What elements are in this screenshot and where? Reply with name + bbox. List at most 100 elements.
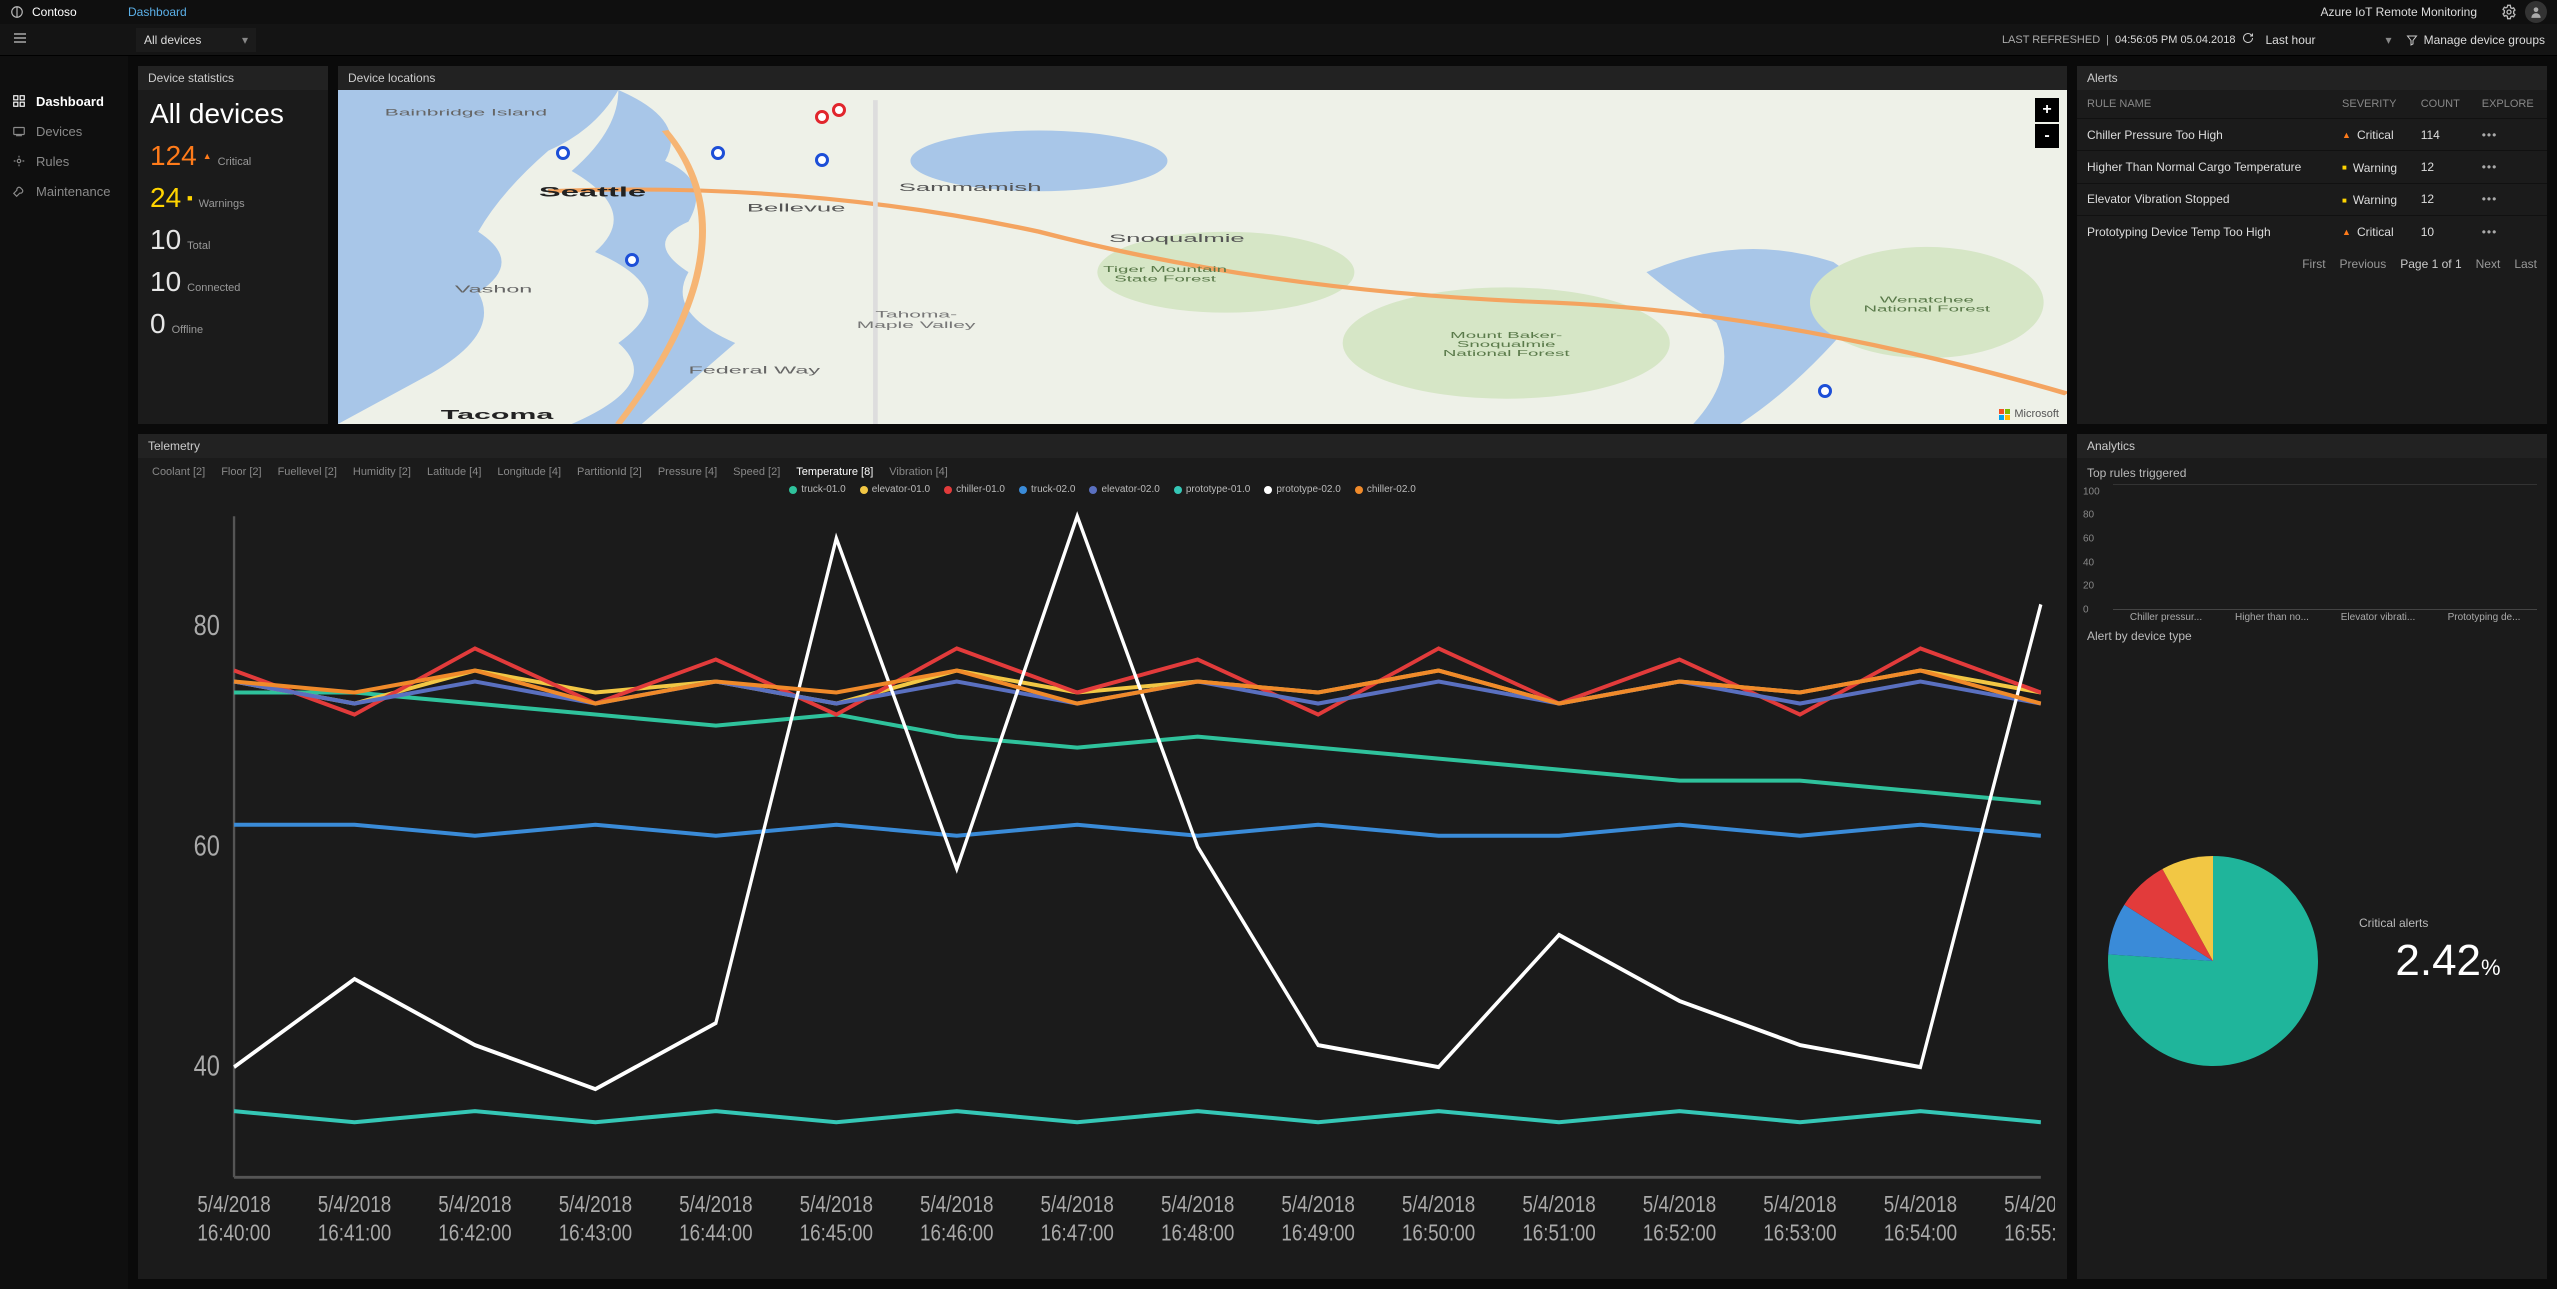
ellipsis-icon[interactable]: •••: [2482, 192, 2498, 206]
map-provider-logo: Microsoft: [1999, 408, 2059, 420]
telemetry-tab[interactable]: Floor [2]: [221, 466, 261, 478]
svg-text:16:42:00: 16:42:00: [438, 1221, 511, 1246]
cell-rule: Chiller Pressure Too High: [2077, 119, 2332, 151]
svg-text:16:52:00: 16:52:00: [1643, 1221, 1716, 1246]
breadcrumb[interactable]: Dashboard: [128, 5, 187, 19]
telemetry-tab[interactable]: Speed [2]: [733, 466, 780, 478]
top-rules-bar-chart: 020406080100: [2077, 480, 2547, 610]
svg-text:5/4/2018: 5/4/2018: [1161, 1192, 1234, 1217]
pager-prev[interactable]: Previous: [2340, 257, 2387, 271]
svg-text:5/4/2018: 5/4/2018: [1041, 1192, 1114, 1217]
svg-text:Bainbridge Island: Bainbridge Island: [385, 107, 547, 117]
legend-item[interactable]: truck-02.0: [1019, 484, 1075, 495]
total-count: 10: [150, 224, 181, 256]
ellipsis-icon[interactable]: •••: [2482, 160, 2498, 174]
cell-explore[interactable]: •••: [2472, 216, 2547, 248]
map-pin[interactable]: [815, 110, 829, 124]
table-row[interactable]: Prototyping Device Temp Too High▲ Critic…: [2077, 216, 2547, 248]
svg-text:16:44:00: 16:44:00: [679, 1221, 752, 1246]
pager-next[interactable]: Next: [2476, 257, 2501, 271]
map-pin[interactable]: [815, 153, 829, 167]
svg-text:5/4/2018: 5/4/2018: [1884, 1192, 1957, 1217]
cell-explore[interactable]: •••: [2472, 119, 2547, 151]
telemetry-tab[interactable]: Temperature [8]: [796, 466, 873, 478]
pager-page: Page 1 of 1: [2400, 257, 2461, 271]
main-grid: Device statistics All devices 124▲Critic…: [128, 56, 2557, 1289]
panel-device-locations: Device locations: [338, 66, 2067, 424]
cell-rule: Higher Than Normal Cargo Temperature: [2077, 151, 2332, 184]
svg-text:16:47:00: 16:47:00: [1041, 1221, 1114, 1246]
svg-text:16:41:00: 16:41:00: [318, 1221, 391, 1246]
manage-label: Manage device groups: [2424, 33, 2545, 47]
telemetry-tab[interactable]: Longitude [4]: [497, 466, 561, 478]
bar-label: Elevator vibrati...: [2336, 612, 2421, 623]
hamburger-button[interactable]: [12, 30, 28, 49]
telemetry-tab[interactable]: Latitude [4]: [427, 466, 481, 478]
map-pin[interactable]: [711, 146, 725, 160]
sidebar-item-maintenance[interactable]: Maintenance: [0, 176, 128, 206]
legend-item[interactable]: truck-01.0: [789, 484, 845, 495]
ellipsis-icon[interactable]: •••: [2482, 225, 2498, 239]
telemetry-tab[interactable]: Coolant [2]: [152, 466, 205, 478]
map-pin[interactable]: [832, 103, 846, 117]
legend-item[interactable]: chiller-01.0: [944, 484, 1005, 495]
manage-device-groups-link[interactable]: Manage device groups: [2406, 33, 2545, 47]
pager-last[interactable]: Last: [2514, 257, 2537, 271]
map-pin[interactable]: [625, 253, 639, 267]
pager-first[interactable]: First: [2302, 257, 2325, 271]
sidebar-item-dashboard[interactable]: Dashboard: [0, 86, 128, 116]
telemetry-tab[interactable]: Humidity [2]: [353, 466, 411, 478]
svg-text:16:43:00: 16:43:00: [559, 1221, 632, 1246]
svg-text:60: 60: [194, 829, 220, 862]
chevron-down-icon: ▾: [2386, 33, 2392, 47]
cell-rule: Elevator Vibration Stopped: [2077, 183, 2332, 216]
legend-item[interactable]: prototype-01.0: [1174, 484, 1251, 495]
telemetry-tab[interactable]: PartitionId [2]: [577, 466, 642, 478]
table-row[interactable]: Chiller Pressure Too High▲ Critical114••…: [2077, 119, 2547, 151]
svg-text:Sammamish: Sammamish: [899, 182, 1042, 194]
hamburger-icon: [12, 30, 28, 46]
bar-chart-labels: Chiller pressur...Higher than no...Eleva…: [2077, 610, 2547, 623]
svg-text:5/4/2018: 5/4/2018: [559, 1192, 632, 1217]
legend-item[interactable]: elevator-02.0: [1089, 484, 1159, 495]
map-pin[interactable]: [556, 146, 570, 160]
telemetry-tab[interactable]: Fuellevel [2]: [278, 466, 337, 478]
svg-text:16:53:00: 16:53:00: [1763, 1221, 1836, 1246]
sidebar-item-label: Dashboard: [36, 94, 104, 109]
cell-explore[interactable]: •••: [2472, 183, 2547, 216]
user-avatar[interactable]: [2525, 1, 2547, 23]
zoom-in-button[interactable]: +: [2035, 98, 2059, 122]
filter-icon: [2406, 34, 2418, 46]
ellipsis-icon[interactable]: •••: [2482, 128, 2498, 142]
svg-text:16:51:00: 16:51:00: [1522, 1221, 1595, 1246]
refresh-button[interactable]: [2242, 32, 2254, 47]
map-canvas[interactable]: Seattle Bellevue Sammamish Snoqualmie Ta…: [338, 90, 2067, 424]
telemetry-tab[interactable]: Vibration [4]: [889, 466, 948, 478]
chevron-down-icon: ▾: [242, 33, 248, 47]
telemetry-tab[interactable]: Pressure [4]: [658, 466, 717, 478]
svg-text:Snoqualmie: Snoqualmie: [1457, 340, 1556, 349]
time-range-dropdown[interactable]: Last hour ▾: [2266, 33, 2392, 47]
svg-text:5/4/2018: 5/4/2018: [1643, 1192, 1716, 1217]
zoom-out-button[interactable]: -: [2035, 124, 2059, 148]
table-row[interactable]: Elevator Vibration Stopped■ Warning12•••: [2077, 183, 2547, 216]
map-pin[interactable]: [1818, 384, 1832, 398]
svg-text:16:49:00: 16:49:00: [1281, 1221, 1354, 1246]
device-filter-dropdown[interactable]: All devices ▾: [136, 28, 256, 52]
alerts-table: RULE NAME SEVERITY COUNT EXPLORE Chiller…: [2077, 90, 2547, 247]
sidebar-item-devices[interactable]: Devices: [0, 116, 128, 146]
refresh-label: LAST REFRESHED: [2002, 34, 2100, 46]
legend-item[interactable]: elevator-01.0: [860, 484, 930, 495]
cell-explore[interactable]: •••: [2472, 151, 2547, 184]
brand-icon: [10, 5, 24, 19]
table-row[interactable]: Higher Than Normal Cargo Temperature■ Wa…: [2077, 151, 2547, 184]
top-rules-label: Top rules triggered: [2077, 458, 2547, 480]
map-zoom-controls: + -: [2035, 98, 2059, 150]
svg-text:16:55:00: 16:55:00: [2004, 1221, 2055, 1246]
legend-item[interactable]: prototype-02.0: [1264, 484, 1341, 495]
col-severity: SEVERITY: [2332, 90, 2411, 119]
legend-item[interactable]: chiller-02.0: [1355, 484, 1416, 495]
settings-button[interactable]: [2501, 4, 2517, 20]
sidebar-item-rules[interactable]: Rules: [0, 146, 128, 176]
cell-severity: ▲ Critical: [2332, 216, 2411, 248]
